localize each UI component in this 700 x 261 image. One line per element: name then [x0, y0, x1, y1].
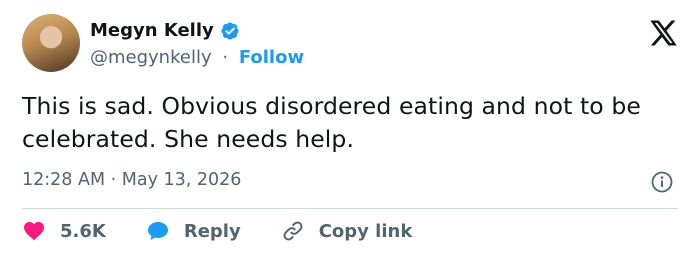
copy-link-button[interactable]: Copy link: [281, 219, 413, 243]
heart-icon: [24, 222, 44, 241]
reply-button[interactable]: Reply: [146, 219, 241, 243]
avatar[interactable]: [22, 14, 80, 72]
divider: [22, 208, 678, 209]
tweet-text: This is sad. Obvious disordered eating a…: [22, 92, 641, 153]
link-icon: [283, 221, 303, 241]
author-name-row: Megyn Kelly: [90, 20, 240, 41]
author-handle-row: @megynkelly · Follow: [90, 47, 304, 68]
handle-separator: ·: [222, 47, 229, 68]
like-button[interactable]: 5.6K: [22, 219, 106, 243]
reply-label: Reply: [183, 220, 241, 242]
author-name[interactable]: Megyn Kelly: [90, 20, 214, 41]
tweet-timestamp[interactable]: 12:28 AM · May 13, 2026: [22, 170, 241, 190]
author-handle[interactable]: @megynkelly: [90, 47, 212, 68]
x-logo-icon[interactable]: [648, 18, 678, 48]
verified-badge-icon: [220, 21, 240, 41]
info-icon[interactable]: [650, 170, 674, 194]
copy-link-label: Copy link: [318, 220, 413, 242]
like-count: 5.6K: [60, 220, 106, 242]
follow-button[interactable]: Follow: [239, 47, 304, 68]
reply-bubble-icon: [147, 222, 168, 240]
action-bar: 5.6K Reply Copy link: [22, 219, 452, 243]
